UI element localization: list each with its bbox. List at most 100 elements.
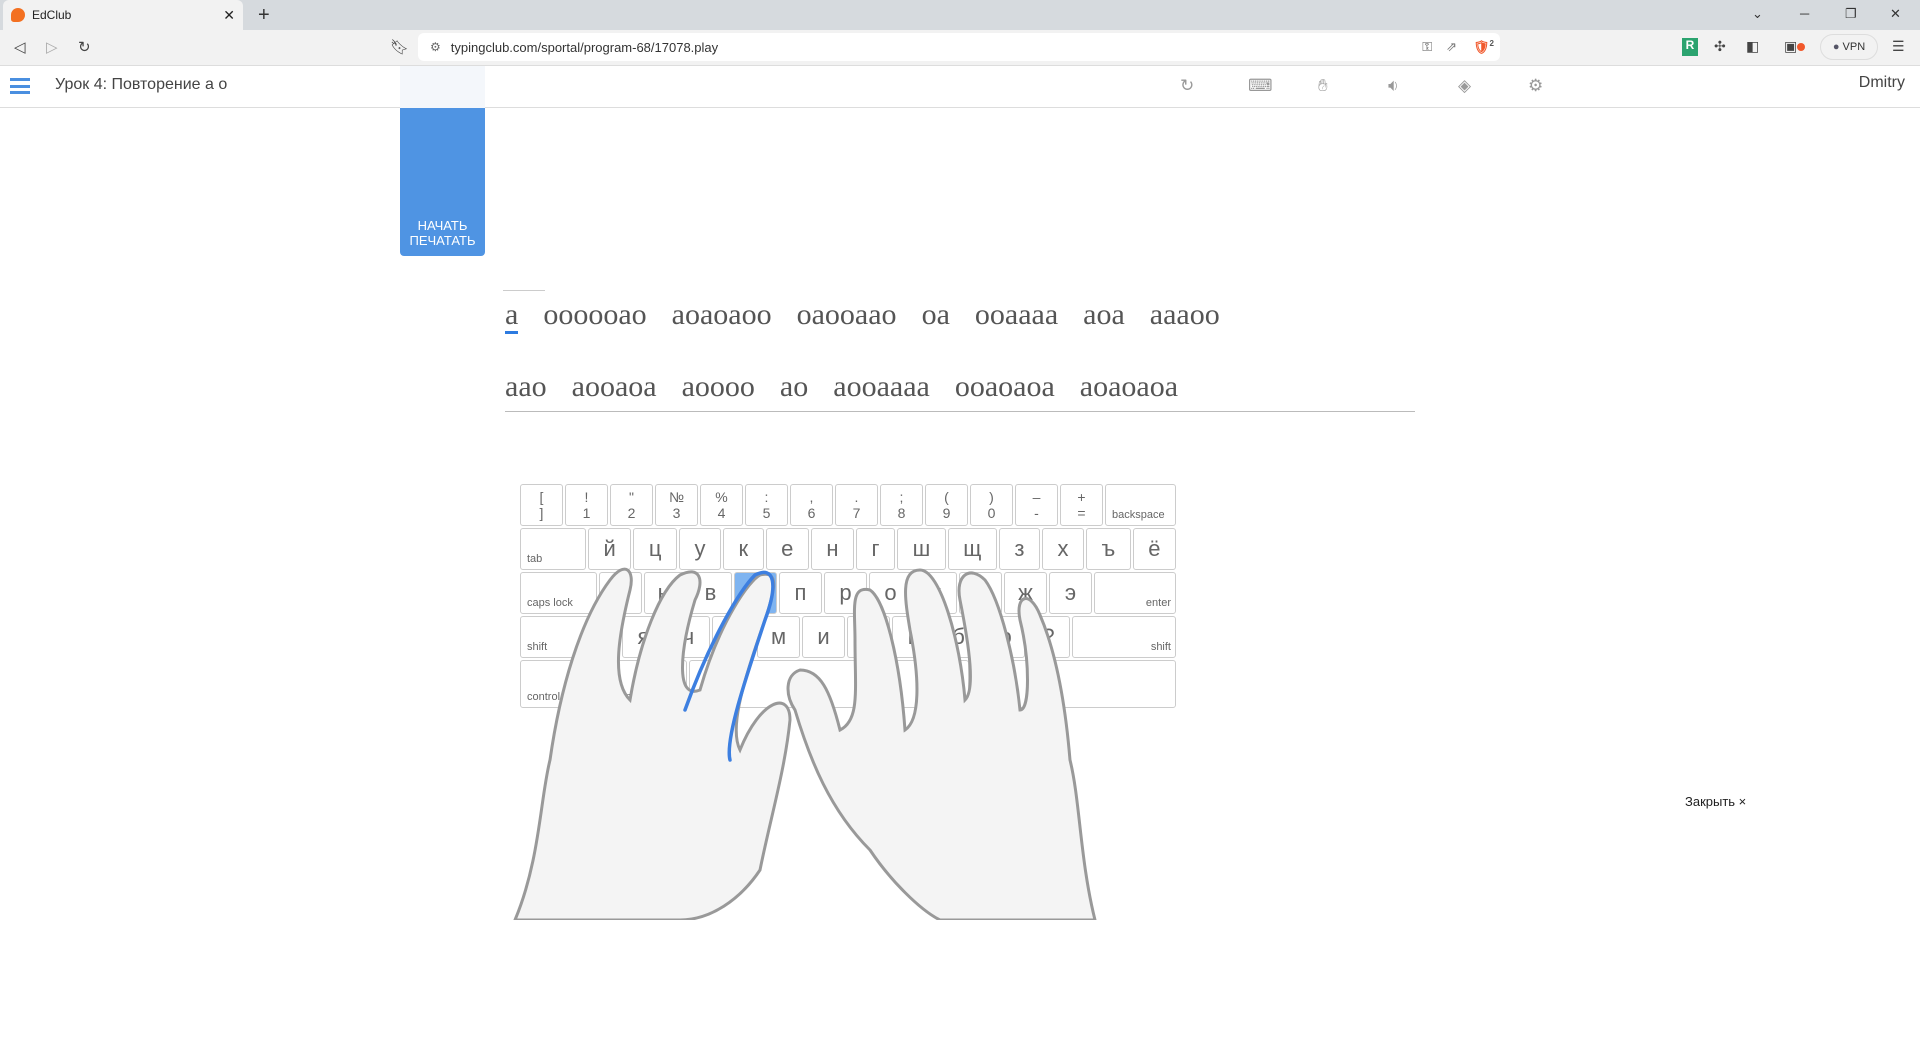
key-label: % — [715, 489, 728, 505]
key[interactable]: т — [847, 616, 890, 658]
key[interactable]: х — [1041, 528, 1084, 570]
caps-lock-key[interactable]: caps lock — [520, 572, 597, 614]
vpn-button[interactable]: ● VPN — [1820, 34, 1878, 60]
key[interactable]: – - — [1015, 484, 1058, 526]
back-icon[interactable]: ◁ — [14, 38, 26, 56]
key[interactable]: л — [914, 572, 957, 614]
key[interactable]: з — [998, 528, 1040, 570]
start-typing-button[interactable]: НАЧАТЬ ПЕЧАТАТЬ — [400, 108, 485, 256]
browser-menu-icon[interactable]: ☰ — [1892, 38, 1905, 55]
enter-key[interactable]: enter — [1094, 572, 1176, 614]
key[interactable]: ф — [599, 572, 642, 614]
key[interactable]: н — [810, 528, 855, 570]
key[interactable]: ш — [897, 528, 946, 570]
key[interactable]: а — [734, 572, 777, 614]
key[interactable]: п — [779, 572, 822, 614]
key[interactable]: ж — [1004, 572, 1047, 614]
key-icon[interactable]: ⚿ — [1422, 39, 1432, 55]
new-tab-button[interactable]: + — [258, 4, 270, 27]
bookmark-icon[interactable]: 🔖︎ — [390, 38, 409, 56]
key[interactable]: ! 1 — [565, 484, 608, 526]
user-name[interactable]: Dmitry — [1859, 74, 1905, 92]
backspace-key[interactable]: backspace — [1105, 484, 1176, 526]
close-tab-icon[interactable]: ✕ — [223, 7, 235, 24]
edclub-favicon — [11, 8, 25, 22]
key[interactable]: г — [856, 528, 896, 570]
sidebar-icon[interactable]: ◧ — [1746, 38, 1759, 55]
key[interactable]: ь — [892, 616, 935, 658]
left-shift-key[interactable]: shift — [520, 616, 620, 658]
right-option-key[interactable]: option — [971, 660, 1041, 708]
key[interactable]: э — [1049, 572, 1092, 614]
key[interactable]: щ — [947, 528, 997, 570]
keyboard-icon[interactable]: ⌨︎ — [1248, 76, 1273, 96]
key[interactable]: ц — [633, 528, 677, 570]
text-line-2: аао аооаоа аоооо ао аооаааа ооаоаоа аоаоаоа — [505, 370, 1203, 404]
reload-icon[interactable]: ↻ — [1180, 76, 1194, 96]
key[interactable]: ч — [667, 616, 710, 658]
restore-button[interactable]: ❐ — [1845, 6, 1857, 22]
key[interactable]: р — [824, 572, 867, 614]
close-button[interactable]: Закрыть × — [1685, 794, 1746, 809]
minimize-button[interactable]: ─ — [1800, 6, 1809, 21]
key[interactable]: [] — [520, 484, 563, 526]
key[interactable]: д — [959, 572, 1002, 614]
key[interactable]: % 4 — [700, 484, 743, 526]
key[interactable]: + = — [1060, 484, 1103, 526]
reload-icon[interactable]: ↻ — [78, 38, 91, 56]
control-key[interactable]: control — [520, 660, 610, 708]
right-shift-key[interactable]: shift — [1072, 616, 1176, 658]
key[interactable]: ? — [1027, 616, 1070, 658]
gear-icon[interactable]: ⚙︎ — [1528, 76, 1543, 96]
key-label: ; — [899, 489, 904, 505]
virtual-keyboard: []! 1 " 2 № 3% 4:5, 6. 7; 8(9) 0– - + = backspace tab й ц… — [520, 484, 1177, 710]
blank-key[interactable] — [1043, 660, 1176, 708]
key[interactable]: ) 0 — [970, 484, 1013, 526]
brave-shields-icon[interactable]: 🛡︎2 — [1473, 39, 1494, 55]
key[interactable]: е — [765, 528, 809, 570]
key[interactable]: № 3 — [655, 484, 698, 526]
key[interactable]: и — [802, 616, 845, 658]
tab-search-icon[interactable]: ⌄ — [1752, 6, 1763, 22]
r-extension-icon[interactable]: R — [1682, 38, 1698, 56]
space-key[interactable]: space — [689, 660, 969, 708]
key[interactable]: б — [937, 616, 980, 658]
site-settings-icon[interactable]: ⚙︎ — [430, 40, 441, 54]
extensions-icon[interactable]: ✣ — [1714, 38, 1726, 55]
browser-tab[interactable]: EdClub ✕ — [3, 0, 243, 30]
wallet-icon[interactable]: ▣ — [1784, 38, 1806, 55]
sound-icon[interactable]: 🔉︎ — [1388, 76, 1399, 96]
text-line-1: а оооооао аоаоаоо оаооаао оа ооаааа аоа аааоо — [505, 298, 1245, 334]
share-icon[interactable]: ⇗ — [1446, 39, 1457, 55]
key[interactable]: :5 — [745, 484, 788, 526]
key[interactable]: к — [722, 528, 764, 570]
key[interactable]: ; 8 — [880, 484, 923, 526]
tab-key[interactable]: tab — [520, 528, 586, 570]
key[interactable]: ё — [1132, 528, 1177, 570]
key[interactable]: й — [588, 528, 632, 570]
hamburger-menu-icon[interactable] — [10, 78, 30, 94]
key[interactable]: у — [678, 528, 721, 570]
key[interactable]: я — [622, 616, 665, 658]
key[interactable]: (9 — [925, 484, 968, 526]
word: оаооаао — [796, 298, 897, 331]
paint-bucket-icon[interactable]: ◈ — [1458, 76, 1471, 96]
key[interactable]: " 2 — [610, 484, 653, 526]
word: а — [505, 298, 519, 334]
key[interactable]: о — [869, 572, 912, 614]
left-option-key[interactable]: option — [612, 660, 687, 708]
close-window-button[interactable]: ✕ — [1890, 6, 1901, 22]
key[interactable]: ,6 — [790, 484, 833, 526]
key[interactable]: .7 — [835, 484, 878, 526]
key[interactable]: ю — [982, 616, 1025, 658]
tab-title: EdClub — [32, 8, 72, 22]
forward-icon[interactable]: ▷ — [46, 38, 58, 56]
key[interactable]: м — [757, 616, 800, 658]
hand-icon[interactable]: ✋︎ — [1318, 76, 1328, 96]
key[interactable]: в — [689, 572, 732, 614]
word: аооаааа — [833, 370, 930, 403]
key[interactable]: ы — [644, 572, 687, 614]
url-field[interactable]: ⚙︎ typingclub.com/sportal/program-68/1707… — [418, 33, 1500, 61]
key[interactable]: ъ — [1086, 528, 1131, 570]
key[interactable]: с — [712, 616, 755, 658]
